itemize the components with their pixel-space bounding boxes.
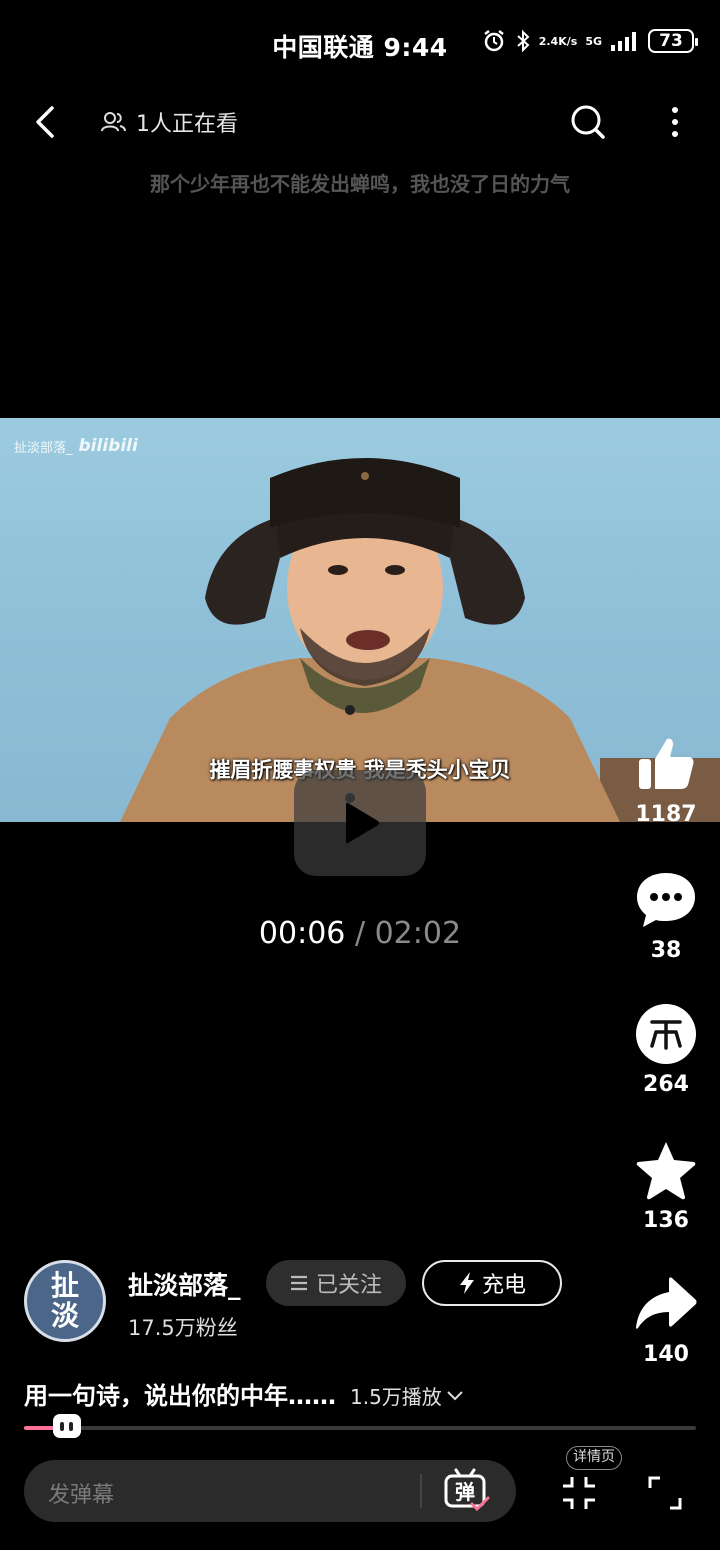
net-speed-value: 2.4 [538,34,559,48]
favorite-count: 136 [643,1208,689,1233]
author-row: 扯 淡 扯淡部落_ 17.5万粉丝 已关注 充电 [24,1258,624,1342]
star-icon [626,1134,706,1206]
back-button[interactable] [28,102,64,142]
viewers-count: 1人正在看 [100,106,238,138]
charge-button[interactable]: 充电 [422,1260,562,1306]
video-frame[interactable]: 扯淡部落_ bilibili 摧眉折腰事权贵 我是秃头小宝贝 [0,418,720,822]
like-count: 1187 [635,802,697,827]
time-separator: / [354,916,366,951]
video-title[interactable]: 用一句诗，说出你的中年…… [24,1376,336,1411]
like-icon [626,728,706,800]
exit-fullscreen-button[interactable] [560,1474,598,1512]
danmaku-icon: 弹 [444,1468,490,1512]
play-count[interactable]: 1.5万播放 [350,1381,464,1410]
signal-icon [610,30,640,52]
watermark-author: 扯淡部落_ [14,440,73,456]
author-fans: 17.5万粉丝 [128,1316,238,1340]
danmaku-placeholder: 发弹幕 [48,1483,115,1508]
share-action[interactable]: 140 [626,1268,706,1367]
avatar-text: 扯 淡 [50,1269,79,1332]
menu-lines-icon [290,1275,307,1291]
more-button[interactable] [660,102,690,142]
network-type: 5G [585,34,602,48]
followed-button[interactable]: 已关注 [266,1260,406,1306]
play-button[interactable] [294,770,426,876]
bilibili-logo: bilibili [78,436,138,456]
coin-icon [626,998,706,1070]
back-arrow-icon [36,106,54,138]
net-speed-unit: K/s [558,34,578,48]
current-time: 00:06 [258,916,346,951]
chevron-down-icon [447,1390,463,1400]
video-info: 用一句诗，说出你的中年…… 1.5万播放 [24,1376,624,1411]
battery-indicator: 73 [648,29,698,53]
danmaku-comment: 那个少年再也不能发出蝉鸣，我也没了日的力气 [150,172,570,196]
play-count-label: 1.5万播放 [350,1385,442,1409]
people-icon [101,112,126,132]
more-vertical-icon [672,107,678,137]
fullscreen-button[interactable] [646,1474,684,1512]
comment-icon [626,864,706,936]
progress-thumb[interactable] [52,1414,81,1438]
collapse-icon [563,1477,595,1509]
author-name[interactable]: 扯淡部落_ [128,1266,241,1302]
coin-action[interactable]: 264 [626,998,706,1097]
status-bar: 中国联通 9:44 2.4 K/s 5G 73 [0,0,720,88]
status-icons: 2.4 K/s 5G 73 [481,28,698,54]
bluetooth-icon [515,29,531,53]
comment-action[interactable]: 38 [626,864,706,963]
search-button[interactable] [568,102,608,142]
viewers-label: 1人正在看 [136,112,238,137]
charge-label: 充电 [481,1273,526,1298]
play-icon [346,802,379,844]
divider [420,1474,422,1508]
expand-icon [648,1476,682,1510]
alarm-icon [481,28,507,54]
net-speed: 2.4 K/s [539,36,578,47]
video-watermark: 扯淡部落_ bilibili [14,436,138,456]
danmaku-toggle-label: 弹 [455,1480,475,1504]
progress-bar[interactable] [24,1414,696,1438]
share-icon [626,1268,706,1340]
time-display: 00:06 / 02:02 [0,916,720,951]
follow-label: 已关注 [315,1273,382,1298]
detail-page-tag[interactable]: 详情页 [566,1446,622,1470]
total-time: 02:02 [374,916,462,951]
progress-fill [24,1426,57,1430]
comment-count: 38 [650,938,682,963]
favorite-action[interactable]: 136 [626,1134,706,1233]
like-action[interactable]: 1187 [626,728,706,827]
coin-count: 264 [643,1072,689,1097]
search-icon [571,105,605,139]
share-count: 140 [643,1342,689,1367]
danmaku-toggle-button[interactable]: 弹 [442,1468,490,1514]
author-avatar[interactable]: 扯 淡 [24,1260,106,1342]
top-bar: 1人正在看 [0,96,720,148]
lightning-icon [459,1272,474,1294]
danmaku-input[interactable]: 发弹幕 弹 [24,1460,516,1522]
